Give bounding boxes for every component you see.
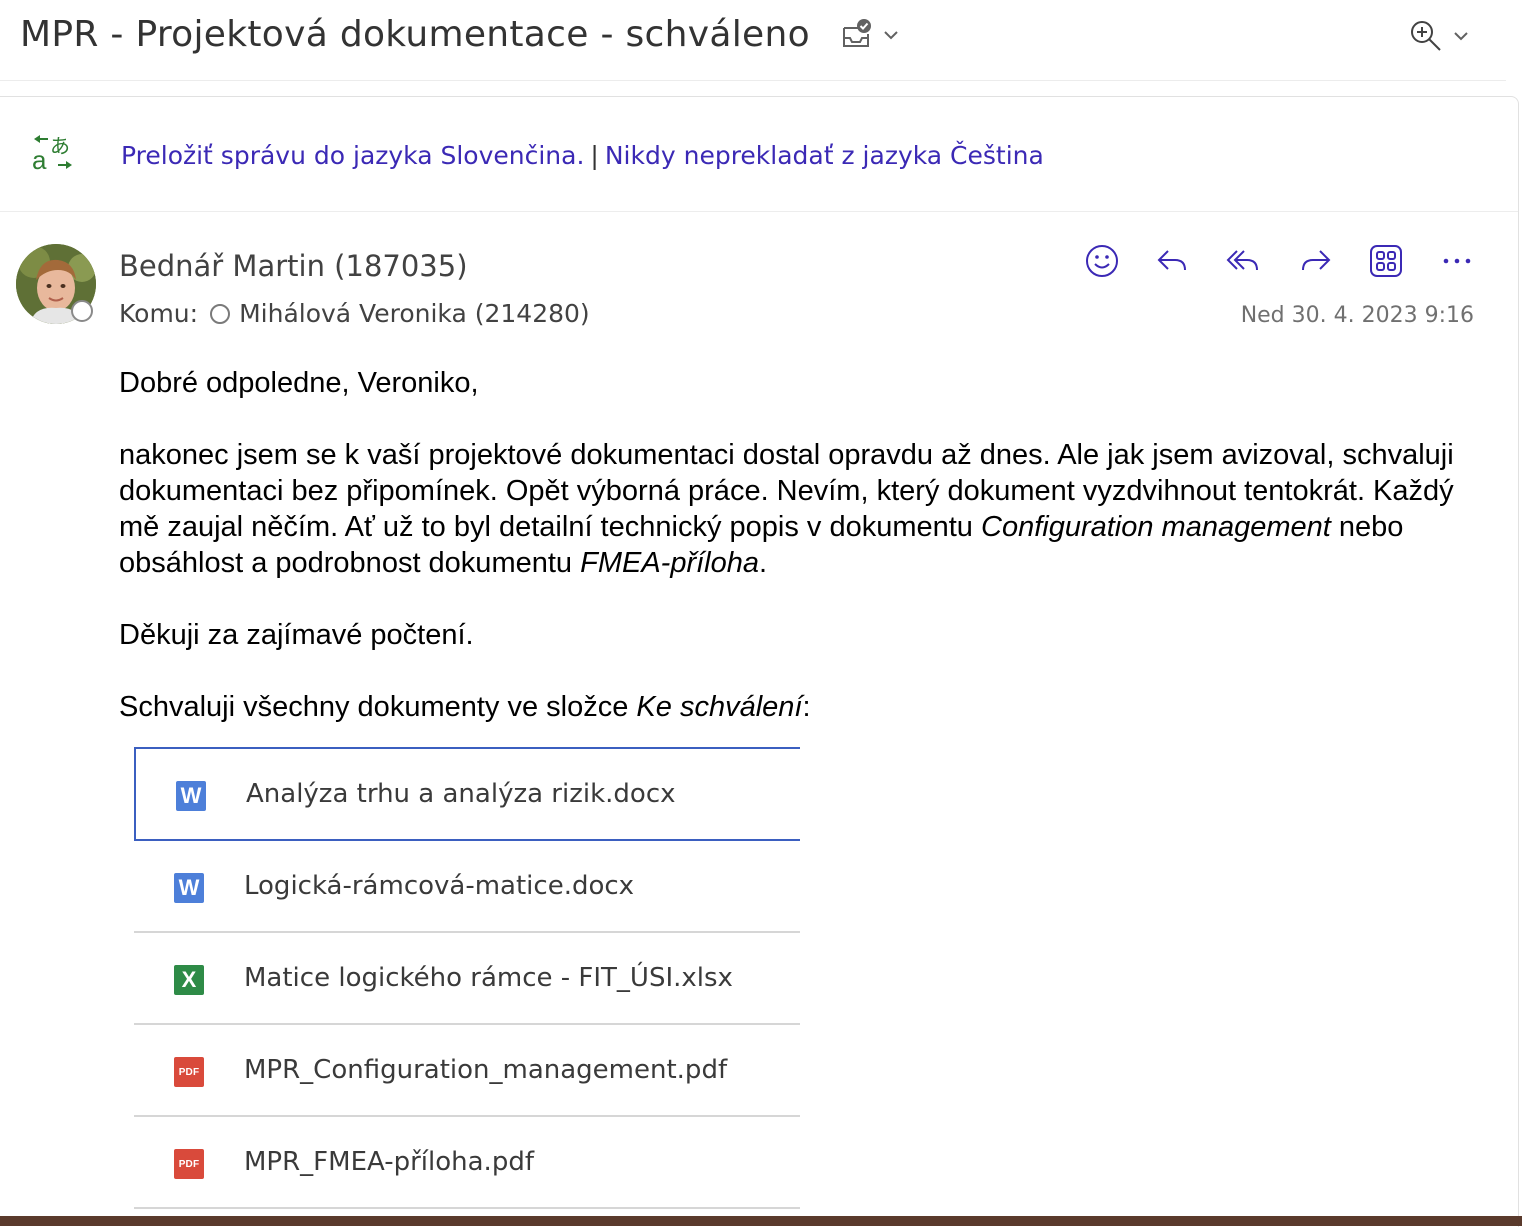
- zoom-in-icon[interactable]: [1408, 18, 1444, 54]
- svg-text:あ: あ: [50, 134, 70, 158]
- more-icon[interactable]: [1439, 243, 1475, 279]
- doc-name-configuration: Configuration management: [981, 511, 1331, 543]
- attachment-item[interactable]: X Matice logického rámce - FIT_ÚSI.xlsx: [134, 933, 800, 1025]
- recipient-name[interactable]: Mihálová Veronika (214280): [239, 299, 590, 328]
- attachment-name: Analýza trhu a analýza rizik.docx: [246, 779, 676, 809]
- attachment-name: Logická-rámcová-matice.docx: [244, 871, 635, 901]
- pdf-file-icon: PDF: [174, 1057, 204, 1087]
- attachment-item[interactable]: W Logická-rámcová-matice.docx: [134, 841, 800, 933]
- chevron-down-icon[interactable]: [882, 29, 900, 41]
- subject-bar: MPR - Projektová dokumentace - schváleno: [0, 0, 1506, 81]
- attachment-item[interactable]: W Analýza trhu a analýza rizik.docx: [134, 747, 800, 841]
- recipients-line: Komu: Mihálová Veronika (214280): [119, 299, 590, 328]
- attachment-item[interactable]: PDF MPR_Configuration_management.pdf: [134, 1025, 800, 1117]
- doc-name-fmea: FMEA-příloha: [580, 547, 759, 579]
- attachment-item[interactable]: PDF MPR_FMEA-příloha.pdf: [134, 1117, 800, 1209]
- reply-all-icon[interactable]: [1226, 243, 1262, 279]
- reply-icon[interactable]: [1155, 243, 1191, 279]
- message-date: Ned 30. 4. 2023 9:16: [1240, 303, 1474, 328]
- emoji-icon[interactable]: [1084, 243, 1120, 279]
- word-file-icon: W: [176, 781, 206, 811]
- svg-text:a: a: [32, 145, 47, 175]
- recipient-presence-icon: [210, 303, 231, 324]
- attachment-name: Matice logického rámce - FIT_ÚSI.xlsx: [244, 963, 733, 993]
- translate-text: Preložiť správu do jazyka Slovenčina. | Ni…: [121, 141, 1044, 170]
- chevron-down-icon[interactable]: [1452, 30, 1470, 42]
- thanks-line: Děkuji za zajímavé počtení.: [119, 619, 474, 651]
- attachment-list: W Analýza trhu a analýza rizik.docx W Lo…: [134, 747, 800, 1209]
- attachment-name: MPR_Configuration_management.pdf: [244, 1055, 728, 1085]
- to-label: Komu:: [119, 299, 199, 328]
- sender-name[interactable]: Bednář Martin (187035): [119, 249, 468, 283]
- message-card: a あ Preložiť správu do jazyka Slovenčina…: [0, 96, 1519, 1227]
- translate-bar: a あ Preložiť správu do jazyka Slovenčina…: [0, 97, 1518, 212]
- folder-name: Ke schválení: [636, 691, 803, 723]
- never-translate-link[interactable]: Nikdy neprekladať z jazyka Čeština: [605, 141, 1044, 170]
- desktop-background-strip: [0, 1216, 1522, 1226]
- subject-tools: [840, 18, 900, 52]
- body-paragraph: nakonec jsem se k vaší projektové dokume…: [119, 439, 1454, 579]
- forward-icon[interactable]: [1297, 243, 1333, 279]
- approve-line: Schvaluji všechny dokumenty ve složce Ke…: [119, 691, 811, 723]
- zoom-tools: [1408, 18, 1470, 54]
- message-body: Dobré odpoledne, Veroniko, nakonec jsem …: [119, 365, 1479, 725]
- pdf-file-icon: PDF: [174, 1149, 204, 1179]
- excel-file-icon: X: [174, 965, 204, 995]
- apps-icon[interactable]: [1368, 243, 1404, 279]
- attachment-name: MPR_FMEA-příloha.pdf: [244, 1147, 534, 1177]
- message-actions: [1084, 243, 1475, 279]
- translate-message-link[interactable]: Preložiť správu do jazyka Slovenčina.: [121, 141, 584, 170]
- word-file-icon: W: [174, 873, 204, 903]
- message-subject: MPR - Projektová dokumentace - schváleno: [20, 14, 810, 55]
- separator: |: [590, 141, 599, 170]
- presence-status-icon: [71, 300, 93, 322]
- greeting: Dobré odpoledne, Veroniko,: [119, 367, 479, 399]
- translate-icon: a あ: [30, 133, 76, 179]
- task-check-icon[interactable]: [840, 18, 874, 52]
